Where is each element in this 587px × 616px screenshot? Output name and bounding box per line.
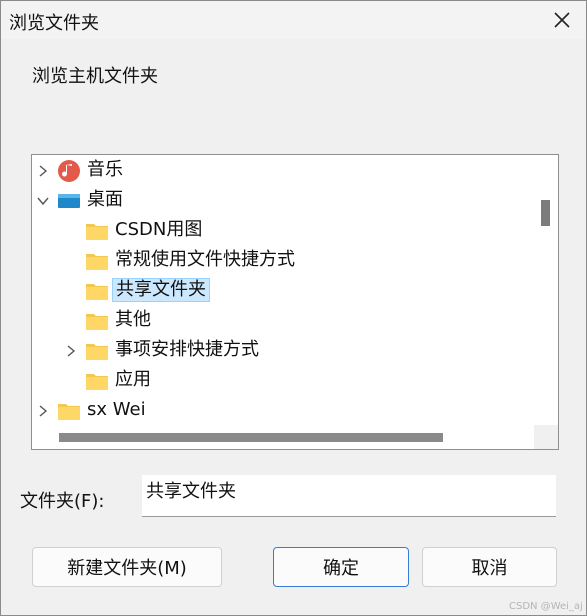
tree-item-label: 事项安排快捷方式	[115, 339, 259, 360]
tree-item[interactable]: sx Wei	[32, 396, 532, 426]
folder-icon	[57, 401, 81, 421]
watermark: CSDN @Wei_aj	[509, 601, 583, 612]
chevron-right-icon[interactable]	[63, 336, 79, 366]
chevron-down-icon[interactable]	[35, 186, 51, 216]
folder-field-label: 文件夹(F):	[20, 491, 105, 512]
tree-item[interactable]: 音乐	[32, 156, 532, 186]
ok-button[interactable]: 确定	[273, 547, 409, 587]
tree-item[interactable]: 常规使用文件快捷方式	[32, 246, 532, 276]
tree-item[interactable]: 事项安排快捷方式	[32, 336, 532, 366]
chevron-right-icon[interactable]	[35, 396, 51, 426]
tree-item-label: sx Wei	[87, 399, 146, 420]
window-title: 浏览文件夹	[9, 13, 99, 34]
folder-icon	[85, 221, 109, 241]
browse-folder-dialog: 浏览文件夹 浏览主机文件夹 音乐 桌面 CSDN用图 常规使用文件快捷方式 共享文件夹其…	[0, 0, 587, 616]
desktop-icon	[57, 191, 81, 211]
tree-item-label: 共享文件夹	[112, 278, 210, 302]
folder-input[interactable]: 共享文件夹	[142, 475, 556, 517]
title-bar: 浏览文件夹	[1, 1, 586, 39]
music-icon	[57, 159, 81, 182]
folder-icon	[85, 371, 109, 391]
vertical-scroll-thumb[interactable]	[541, 200, 550, 226]
folder-icon	[85, 281, 109, 301]
folder-icon	[85, 341, 109, 361]
tree-item-label: 常规使用文件快捷方式	[115, 249, 295, 270]
horizontal-scroll-thumb[interactable]	[59, 433, 443, 442]
tree-item[interactable]: CSDN用图	[32, 216, 532, 246]
tree-item-label: CSDN用图	[115, 219, 203, 240]
tree-item[interactable]: 共享文件夹	[32, 276, 532, 306]
cancel-button[interactable]: 取消	[422, 547, 557, 587]
tree-item-label: 其他	[115, 309, 151, 330]
folder-icon	[85, 311, 109, 331]
horizontal-scrollbar[interactable]	[32, 425, 534, 449]
tree-item[interactable]: 桌面	[32, 186, 532, 216]
scrollbar-corner	[534, 425, 558, 449]
folder-tree[interactable]: 音乐桌面 CSDN用图常规使用文件快捷方式 共享文件夹其他事项安排快捷方式 应用 sx …	[31, 154, 559, 450]
new-folder-button[interactable]: 新建文件夹(M)	[32, 547, 222, 587]
tree-item-label: 桌面	[87, 189, 123, 210]
folder-icon	[85, 251, 109, 271]
close-icon	[554, 12, 570, 28]
dialog-description: 浏览主机文件夹	[32, 66, 158, 87]
tree-item[interactable]: 其他	[32, 306, 532, 336]
tree-item-label: 音乐	[87, 159, 123, 180]
vertical-scrollbar[interactable]	[534, 155, 558, 425]
tree-item-label: 应用	[115, 369, 151, 390]
close-button[interactable]	[539, 1, 585, 39]
chevron-right-icon[interactable]	[35, 156, 51, 186]
tree-item[interactable]: 应用	[32, 366, 532, 396]
